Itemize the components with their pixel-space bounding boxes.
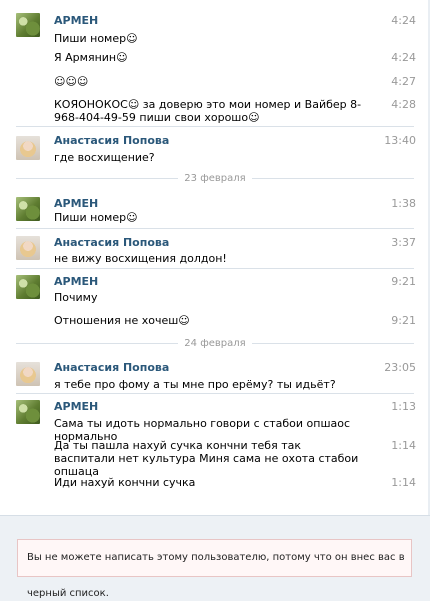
message-time: 3:37 [391, 236, 416, 249]
compose-area: Вы не можете написать этому пользователю… [0, 515, 430, 601]
message-time: 1:14 [391, 476, 416, 489]
author-name[interactable]: Анастасия Попова [54, 361, 169, 374]
author-name[interactable]: АРМЕН [54, 400, 98, 413]
message-time: 1:38 [391, 197, 416, 210]
message-time: 1:13 [391, 400, 416, 413]
author-name[interactable]: АРМЕН [54, 275, 98, 288]
avatar[interactable] [16, 275, 40, 299]
date-separator: 23 февраля [0, 172, 430, 185]
message-time: 1:14 [391, 439, 416, 452]
date-label: 24 февраля [178, 338, 252, 349]
message-text: не вижу восхищения долдон! [54, 252, 227, 265]
message-time: 13:40 [384, 134, 416, 147]
message-text: ☺☺☺ [54, 75, 89, 88]
message-time: 4:28 [391, 98, 416, 111]
author-name[interactable]: Анастасия Попова [54, 236, 169, 249]
avatar[interactable] [16, 136, 40, 160]
message-time: 23:05 [384, 361, 416, 374]
message-text: Почиму [54, 291, 98, 304]
message-text: Иди нахуй кончни сучка [54, 476, 196, 489]
author-name[interactable]: АРМЕН [54, 197, 98, 210]
separator [16, 393, 414, 394]
separator [16, 228, 414, 229]
separator [16, 268, 414, 269]
avatar[interactable] [16, 400, 40, 424]
avatar[interactable] [16, 197, 40, 221]
message-time: 9:21 [391, 314, 416, 327]
chat-history: АРМЕН 4:24 Пиши номер☺ 4:24 Я Армянин☺ 4… [0, 0, 430, 515]
message-text: Отношения не хочеш☺ [54, 314, 190, 327]
message-text: Да ты пашла нахуй сучка кончни тебя так … [54, 439, 359, 478]
date-separator: 24 февраля [0, 337, 430, 350]
message-time: 9:21 [391, 275, 416, 288]
avatar[interactable] [16, 13, 40, 37]
message-text: я тебе про фому а ты мне про ерёму? ты и… [54, 378, 336, 391]
blocked-warning: Вы не можете написать этому пользователю… [17, 539, 412, 599]
message-text: где восхищение? [54, 151, 155, 164]
message-time: 4:27 [391, 75, 416, 88]
separator [16, 126, 414, 127]
message-text: КОЯОНОКОС☺ за доверю это мои номер и Вай… [54, 98, 362, 124]
message-text: Пиши номер☺ [54, 211, 138, 224]
author-name[interactable]: АРМЕН [54, 14, 98, 27]
date-label: 23 февраля [178, 173, 252, 184]
message-text: Я Армянин☺ [54, 51, 128, 64]
avatar[interactable] [16, 236, 40, 260]
message-time: 4:24 [391, 14, 416, 27]
avatar[interactable] [16, 362, 40, 386]
author-name[interactable]: Анастасия Попова [54, 134, 169, 147]
message-text: Пиши номер☺ [54, 32, 138, 45]
message-time: 4:24 [391, 51, 416, 64]
